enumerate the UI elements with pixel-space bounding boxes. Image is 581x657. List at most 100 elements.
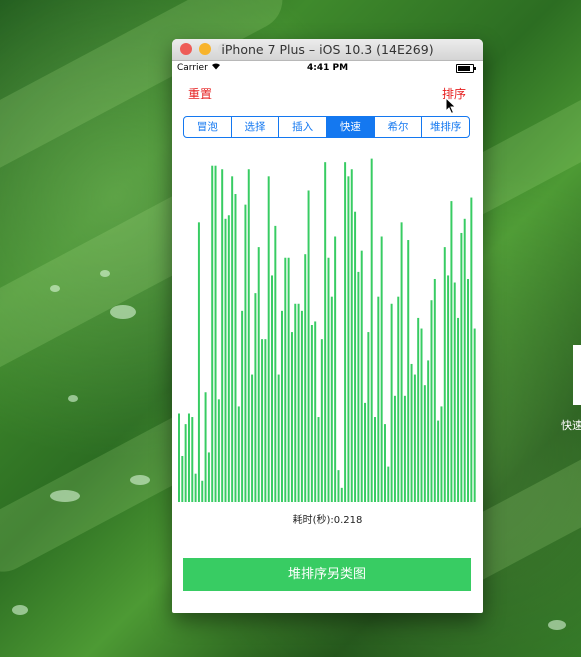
chart-bar — [178, 413, 180, 502]
chart-bar — [211, 165, 214, 502]
chart-bar — [290, 332, 293, 502]
side-panel-label: 快速 — [561, 419, 581, 432]
chart-bar — [307, 190, 310, 503]
chart-bar — [317, 417, 320, 502]
ios-status-bar: Carrier 4:41 PM — [172, 61, 483, 77]
chart-bar — [201, 480, 204, 502]
water-drop — [68, 395, 78, 402]
segment-shell[interactable]: 希尔 — [375, 117, 423, 137]
chart-bar — [300, 310, 303, 502]
elapsed-time-label: 耗时(秒):0.218 — [292, 515, 363, 526]
water-drop — [100, 270, 110, 277]
window-title: iPhone 7 Plus – iOS 10.3 (14E269) — [221, 42, 434, 57]
chart-bar — [453, 282, 456, 502]
chart-bar — [227, 215, 230, 502]
sort-bar-chart — [178, 158, 476, 503]
chart-bar — [181, 455, 184, 502]
chart-bar — [390, 303, 393, 502]
chart-bar — [237, 406, 240, 502]
chart-bar — [357, 271, 360, 502]
chart-bar — [314, 321, 317, 502]
chart-bar — [364, 402, 367, 502]
chart-bar — [410, 363, 413, 502]
chart-bar — [393, 395, 396, 502]
chart-bar — [324, 162, 327, 502]
chart-bar — [330, 296, 333, 502]
chart-bar — [420, 328, 423, 502]
chart-bar — [463, 218, 466, 503]
water-drop — [548, 620, 566, 630]
chart-bar — [423, 385, 426, 502]
chart-bar — [194, 473, 197, 502]
chart-bar — [224, 218, 227, 503]
chart-bar — [327, 257, 330, 502]
mouse-cursor-icon — [445, 97, 457, 115]
reset-button[interactable]: 重置 — [188, 85, 212, 102]
chart-bar — [214, 165, 217, 502]
chart-bar — [261, 339, 264, 502]
chart-bar — [267, 176, 270, 502]
chart-bar — [383, 424, 386, 502]
chart-bar — [437, 420, 440, 502]
chart-bar — [184, 424, 187, 502]
chart-bar — [470, 197, 473, 502]
chart-bar — [310, 325, 313, 502]
water-drop — [130, 475, 150, 485]
chart-bar — [443, 247, 446, 502]
chart-bar — [271, 275, 274, 502]
chart-bar — [280, 310, 283, 502]
chart-bar — [257, 247, 260, 502]
segment-heap[interactable]: 堆排序 — [422, 117, 469, 137]
chart-bar — [354, 211, 357, 502]
chart-bar — [344, 162, 347, 502]
chart-bar — [231, 176, 234, 502]
chart-bar — [473, 328, 476, 502]
status-time: 4:41 PM — [306, 63, 349, 73]
chart-bar — [440, 406, 443, 502]
chart-bar — [204, 392, 207, 502]
segment-bubble[interactable]: 冒泡 — [184, 117, 232, 137]
segment-quick[interactable]: 快速 — [327, 117, 375, 137]
chart-bar — [407, 240, 410, 502]
chart-bar — [304, 254, 307, 502]
chart-bar — [417, 317, 420, 502]
chart-bar — [294, 303, 297, 502]
chart-bar — [337, 470, 340, 502]
side-panel-edge — [573, 345, 581, 405]
chart-bar — [234, 194, 237, 502]
chart-bar — [284, 257, 287, 502]
water-drop — [50, 490, 80, 502]
chart-bar — [374, 417, 376, 502]
segment-insertion[interactable]: 插入 — [279, 117, 328, 137]
algorithm-segmented-control: 冒泡 选择 插入 快速 希尔 堆排序 — [183, 116, 470, 138]
heap-sort-alt-chart-button[interactable]: 堆排序另类图 — [183, 558, 471, 591]
chart-bar — [397, 296, 400, 502]
chart-bar — [430, 300, 433, 502]
chart-bar — [427, 360, 430, 502]
chart-bar — [334, 236, 337, 502]
chart-bar — [197, 222, 200, 502]
chart-bar — [360, 250, 363, 502]
chart-bar — [320, 339, 323, 502]
water-drop — [50, 285, 60, 292]
chart-bar — [350, 169, 353, 503]
chart-bar — [297, 303, 300, 502]
segment-selection[interactable]: 选择 — [232, 117, 280, 137]
chart-bar — [251, 374, 254, 502]
chart-bar — [277, 374, 280, 502]
chart-bar — [241, 310, 244, 502]
chart-bar — [254, 293, 257, 502]
chart-bar — [433, 278, 436, 502]
chart-bar — [450, 201, 453, 502]
chart-bar — [380, 236, 383, 502]
chart-bar — [287, 257, 290, 502]
chart-bar — [367, 332, 370, 502]
chart-bar — [387, 466, 390, 502]
water-drop — [110, 305, 136, 319]
window-titlebar[interactable]: iPhone 7 Plus – iOS 10.3 (14E269) — [172, 39, 483, 61]
chart-bar — [264, 339, 267, 502]
water-drop — [12, 605, 28, 615]
chart-bar — [247, 169, 250, 503]
chart-bar — [457, 317, 460, 502]
chart-bar — [347, 176, 350, 502]
